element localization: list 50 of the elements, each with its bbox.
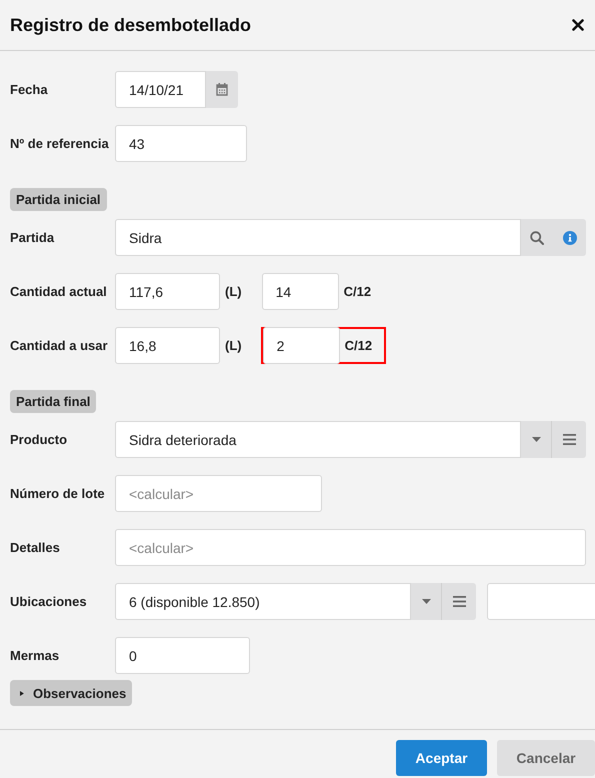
input-field[interactable]: 43 — [115, 125, 247, 162]
search-icon — [530, 230, 544, 244]
unit-label: (L) — [225, 284, 242, 299]
dialog-title: Registro de desembotellado — [10, 14, 252, 36]
calendar-icon — [216, 83, 228, 96]
dropdown-button[interactable] — [521, 421, 551, 458]
quantity-field[interactable]: 16,8 — [115, 327, 220, 364]
date-field[interactable]: 14/10/21 — [115, 71, 206, 108]
field-label: Detalles — [10, 540, 61, 555]
close-icon — [572, 19, 584, 31]
expander-button[interactable]: Observaciones — [10, 680, 132, 706]
select-field[interactable]: Sidra deteriorada — [115, 421, 521, 458]
field-label: Mermas — [10, 648, 60, 663]
dropdown-button[interactable] — [411, 583, 441, 620]
list-button[interactable] — [441, 583, 476, 620]
field-label: Partida — [10, 230, 56, 245]
menu-icon — [562, 434, 576, 445]
info-icon — [562, 230, 576, 244]
field-label: Producto — [10, 432, 68, 447]
menu-icon — [452, 596, 466, 607]
input-field[interactable]: <calcular> — [115, 475, 322, 512]
quantity-field[interactable]: 117,6 — [115, 273, 220, 310]
section-header: Partida inicial — [10, 188, 107, 211]
quantity-field[interactable]: 2 — [262, 327, 340, 364]
field-label: Número de lote — [10, 486, 106, 501]
info-button[interactable] — [553, 219, 586, 256]
unit-label: C/12 — [344, 338, 372, 353]
field-label: Nº de referencia — [10, 136, 110, 151]
input-field[interactable] — [487, 583, 595, 620]
select-field[interactable]: 6 (disponible 12.850) — [115, 583, 411, 620]
caret-icon — [532, 437, 540, 442]
field-label: Ubicaciones — [10, 594, 88, 609]
field-label: Cantidad actual — [10, 284, 108, 299]
unit-label: C/12 — [344, 284, 372, 299]
section-header: Partida final — [10, 390, 96, 413]
search-button[interactable] — [521, 219, 553, 256]
quantity-field[interactable]: 14 — [262, 273, 339, 310]
field-label: Fecha — [10, 82, 49, 97]
input-field[interactable]: Sidra — [115, 219, 521, 256]
caret-icon — [20, 688, 25, 698]
field-label: Cantidad a usar — [10, 338, 109, 353]
accept-button[interactable]: Aceptar — [396, 740, 487, 776]
caret-icon — [422, 599, 430, 604]
input-field[interactable]: 0 — [115, 637, 250, 674]
calendar-button[interactable] — [206, 71, 238, 108]
list-button[interactable] — [551, 421, 586, 458]
close-button[interactable] — [572, 19, 584, 31]
unit-label: (L) — [225, 338, 242, 353]
input-field[interactable]: <calcular> — [115, 529, 586, 566]
cancel-button[interactable]: Cancelar — [497, 740, 595, 776]
